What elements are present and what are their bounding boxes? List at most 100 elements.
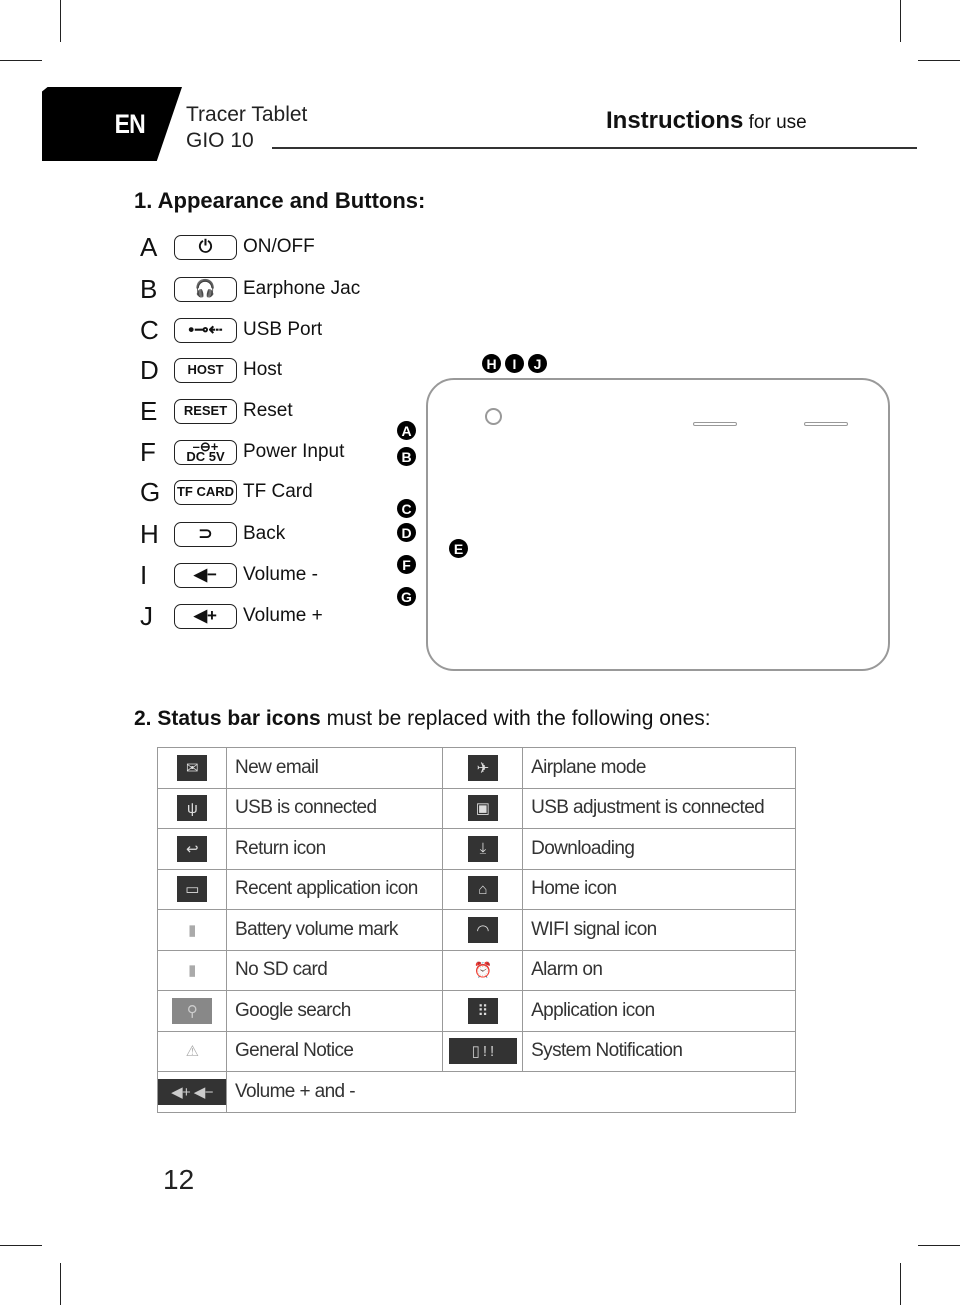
product-name: Tracer Tablet bbox=[186, 103, 308, 126]
speaker-slot bbox=[693, 422, 737, 426]
button-row: G TF CARD TF Card bbox=[140, 477, 313, 507]
button-label: Volume - bbox=[243, 564, 318, 585]
tf-card-text-icon: TF CARD bbox=[174, 479, 237, 505]
button-letter: E bbox=[140, 395, 158, 426]
button-label: Host bbox=[243, 359, 283, 380]
header-rule bbox=[272, 147, 917, 149]
table-row: ▭ Recent application icon ⌂ Home icon bbox=[157, 868, 796, 910]
title-rest: for use bbox=[743, 112, 807, 133]
headphones-icon: 🎧 bbox=[174, 276, 237, 302]
badge-g: G bbox=[397, 587, 416, 606]
table-row: ▮ No SD card ⏰ Alarm on bbox=[157, 949, 796, 991]
product-model: GIO 10 bbox=[186, 129, 254, 152]
alarm-icon: ⏰ bbox=[473, 962, 493, 980]
icon-cell: ψ bbox=[157, 787, 227, 829]
badge-j: J bbox=[528, 354, 547, 373]
table-row: ✉ New email ✈ Airplane mode bbox=[157, 747, 796, 789]
camera-icon bbox=[485, 408, 502, 425]
icon-cell: ◀+ ◀− bbox=[157, 1071, 227, 1113]
status-label: USB is connected bbox=[225, 787, 444, 829]
icon-cell: ⤓ bbox=[442, 828, 524, 870]
apps-grid-icon: ⠿ bbox=[467, 997, 498, 1024]
status-label: No SD card bbox=[225, 949, 444, 991]
tablet-diagram bbox=[426, 378, 890, 671]
button-label: USB Port bbox=[243, 319, 323, 340]
speaker-slot bbox=[804, 422, 848, 426]
crop-mark bbox=[900, 1263, 901, 1305]
icon-cell: ⌂ bbox=[442, 868, 524, 910]
status-label: WIFI signal icon bbox=[522, 909, 796, 951]
recent-apps-icon: ▭ bbox=[177, 876, 207, 903]
icon-cell: ▭ bbox=[157, 868, 227, 910]
button-letter: J bbox=[140, 600, 153, 631]
button-label: Earphone Jac bbox=[243, 278, 361, 299]
badge-e: E bbox=[449, 539, 468, 558]
table-row: ↩ Return icon ⤓ Downloading bbox=[157, 828, 796, 870]
button-label: Power Input bbox=[243, 441, 345, 462]
icon-cell: ▯ ! ! bbox=[442, 1030, 524, 1072]
table-row: ⚲ Google search ⠿ Application icon bbox=[157, 990, 796, 1032]
icon-cell: ▮ bbox=[157, 949, 227, 991]
icon-cell: ▣ bbox=[442, 787, 524, 829]
back-icon: ⊃ bbox=[174, 521, 237, 547]
button-label: Reset bbox=[243, 400, 293, 421]
status-icons-table: ✉ New email ✈ Airplane mode ψ USB is connecte… bbox=[157, 747, 796, 1113]
heading-rest: must be replaced with the following ones… bbox=[320, 707, 711, 730]
button-row: A ⏻ ON/OFF bbox=[140, 232, 315, 262]
icon-cell: ▮ bbox=[157, 909, 227, 951]
volume-down-icon: ◀− bbox=[174, 562, 237, 588]
icon-cell: ◠ bbox=[442, 909, 524, 951]
button-letter: I bbox=[140, 559, 148, 590]
return-icon: ↩ bbox=[177, 835, 207, 862]
icon-cell: ⏰ bbox=[442, 949, 524, 991]
badge-c: C bbox=[397, 499, 416, 518]
language-tab: EN bbox=[42, 87, 182, 161]
reset-text-icon: RESET bbox=[174, 398, 237, 424]
icon-cell: ⚲ bbox=[157, 990, 227, 1032]
status-label: New email bbox=[225, 747, 444, 789]
button-label: TF Card bbox=[243, 481, 313, 502]
button-row: C •⊸⇠ USB Port bbox=[140, 315, 322, 345]
crop-mark bbox=[918, 1245, 960, 1246]
language-code: EN bbox=[114, 108, 146, 139]
badge-d: D bbox=[397, 523, 416, 542]
table-row: ◀+ ◀− Volume + and - bbox=[157, 1071, 796, 1113]
wifi-icon: ◠ bbox=[467, 916, 498, 943]
crop-mark bbox=[900, 0, 901, 42]
battery-icon: ▮ bbox=[188, 921, 196, 939]
page-number: 12 bbox=[163, 1164, 195, 1195]
button-label: Back bbox=[243, 523, 286, 544]
crop-mark bbox=[60, 0, 61, 42]
badge-a: A bbox=[397, 421, 416, 440]
button-row: H ⊃ Back bbox=[140, 519, 285, 549]
status-label: Google search bbox=[225, 990, 444, 1032]
section2-heading: 2. Status bar icons must be replaced wit… bbox=[134, 707, 711, 731]
icon-cell: ✈ bbox=[442, 747, 524, 789]
usb-icon: •⊸⇠ bbox=[174, 317, 237, 343]
button-row: J ◀+ Volume + bbox=[140, 601, 323, 631]
button-row: I ◀− Volume - bbox=[140, 560, 318, 590]
status-label: Battery volume mark bbox=[225, 909, 444, 951]
usb-icon: ψ bbox=[177, 795, 207, 822]
airplane-icon: ✈ bbox=[467, 754, 498, 781]
icon-cell: ⚠ bbox=[157, 1030, 227, 1072]
badge-h: H bbox=[482, 354, 501, 373]
section1-heading: 1. Appearance and Buttons: bbox=[134, 188, 426, 213]
crop-mark bbox=[60, 1263, 61, 1305]
volume-up-down-icon: ◀+ ◀− bbox=[158, 1078, 226, 1105]
crop-mark bbox=[0, 1245, 42, 1246]
icon-cell: ⠿ bbox=[442, 990, 524, 1032]
button-letter: C bbox=[140, 314, 159, 345]
status-label: System Notification bbox=[522, 1030, 796, 1072]
badge-f: F bbox=[397, 555, 416, 574]
mail-icon: ✉ bbox=[177, 754, 207, 781]
button-row: D HOST Host bbox=[140, 355, 282, 385]
home-icon: ⌂ bbox=[467, 876, 498, 903]
status-label: Recent application icon bbox=[225, 868, 444, 910]
button-row: E RESET Reset bbox=[140, 396, 293, 426]
search-icon: ⚲ bbox=[172, 997, 212, 1024]
status-label: Alarm on bbox=[522, 949, 796, 991]
heading-bold: 2. Status bar icons bbox=[134, 707, 321, 730]
status-label: Volume + and - bbox=[226, 1071, 796, 1113]
button-row: F –⊖+ DC 5V Power Input bbox=[140, 437, 344, 467]
